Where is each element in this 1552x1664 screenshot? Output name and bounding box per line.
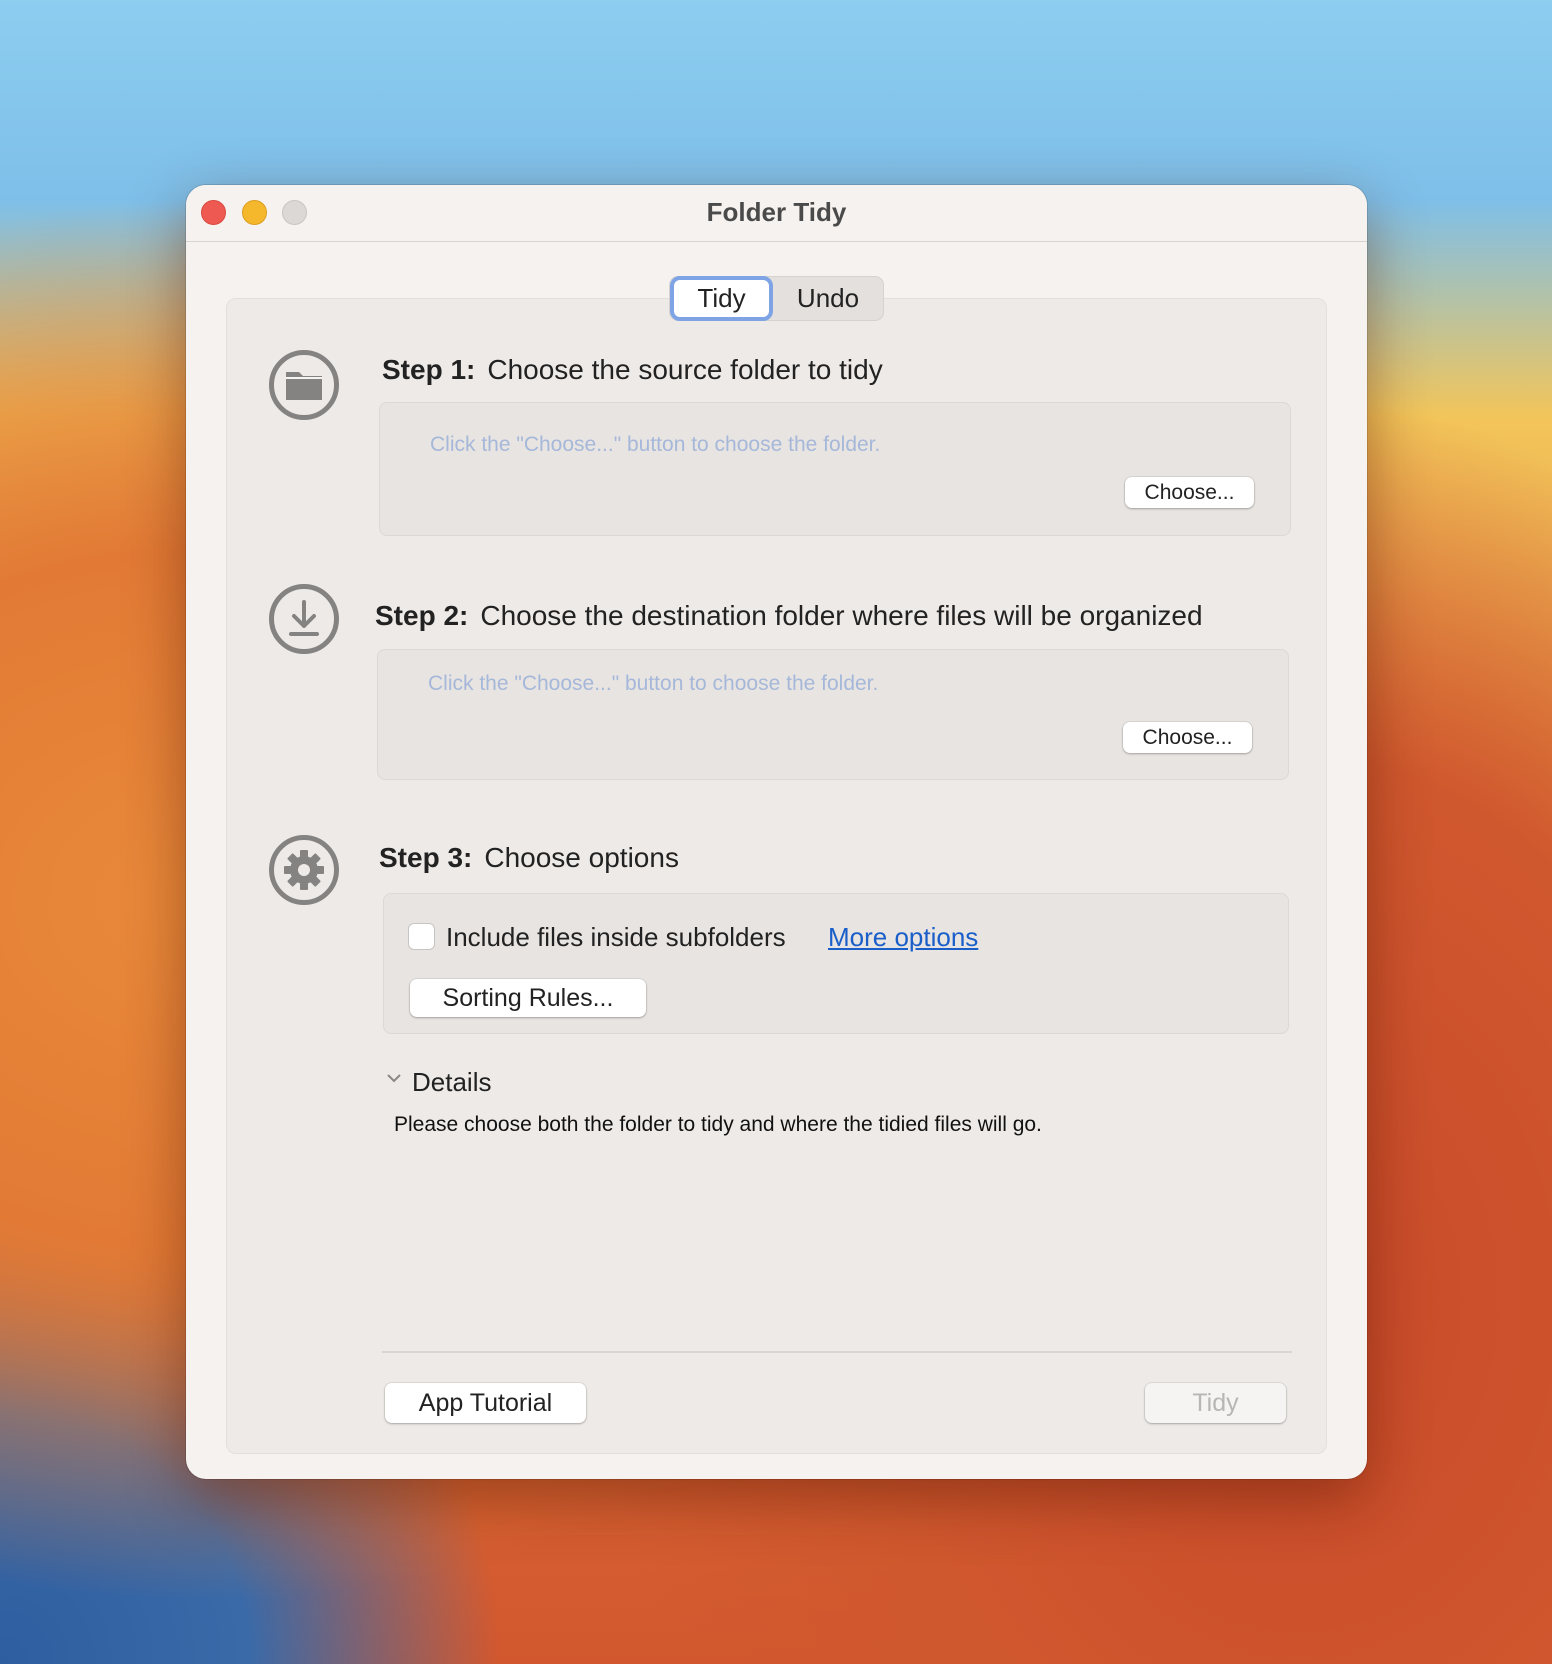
- destination-folder-box: Click the "Choose..." button to choose t…: [377, 649, 1289, 780]
- footer-divider: [382, 1351, 1292, 1353]
- tidy-button[interactable]: Tidy: [1145, 1383, 1286, 1423]
- app-tutorial-button[interactable]: App Tutorial: [385, 1383, 586, 1423]
- destination-folder-placeholder: Click the "Choose..." button to choose t…: [428, 672, 879, 695]
- step3-title: Step 3: Choose options: [379, 842, 679, 874]
- choose-destination-button[interactable]: Choose...: [1123, 722, 1252, 753]
- mode-segmented-control: Tidy Undo: [669, 276, 884, 321]
- gear-icon: [269, 835, 339, 905]
- folder-icon: [269, 350, 339, 420]
- window-title: Folder Tidy: [706, 197, 847, 227]
- step3-text: Choose options: [484, 842, 679, 873]
- source-folder-placeholder: Click the "Choose..." button to choose t…: [430, 433, 881, 456]
- options-box: Include files inside subfolders More opt…: [383, 893, 1289, 1034]
- download-icon: [269, 584, 339, 654]
- step1-text: Choose the source folder to tidy: [487, 354, 883, 385]
- tab-undo[interactable]: Undo: [773, 277, 883, 320]
- step1-label: Step 1:: [382, 354, 476, 385]
- sorting-rules-button[interactable]: Sorting Rules...: [410, 979, 646, 1017]
- source-folder-box: Click the "Choose..." button to choose t…: [379, 402, 1291, 536]
- include-subfolders-label: Include files inside subfolders: [446, 922, 786, 952]
- choose-source-button[interactable]: Choose...: [1125, 477, 1254, 508]
- title-bar: Folder Tidy: [186, 185, 1367, 242]
- step3-label: Step 3:: [379, 842, 473, 873]
- step2-text: Choose the destination folder where file…: [480, 600, 1203, 631]
- step1-title: Step 1: Choose the source folder to tidy: [382, 354, 883, 386]
- include-subfolders-checkbox[interactable]: [408, 923, 435, 950]
- app-window: Folder Tidy Tidy Undo Step 1: Choose the …: [186, 185, 1367, 1479]
- more-options-link[interactable]: More options: [828, 922, 978, 953]
- details-text: Please choose both the folder to tidy an…: [394, 1113, 1042, 1136]
- details-disclosure[interactable]: Details: [412, 1067, 491, 1098]
- chevron-down-icon[interactable]: [385, 1069, 403, 1087]
- step2-label: Step 2:: [375, 600, 469, 631]
- step2-title: Step 2: Choose the destination folder whe…: [375, 600, 1203, 632]
- tab-tidy[interactable]: Tidy: [670, 276, 773, 321]
